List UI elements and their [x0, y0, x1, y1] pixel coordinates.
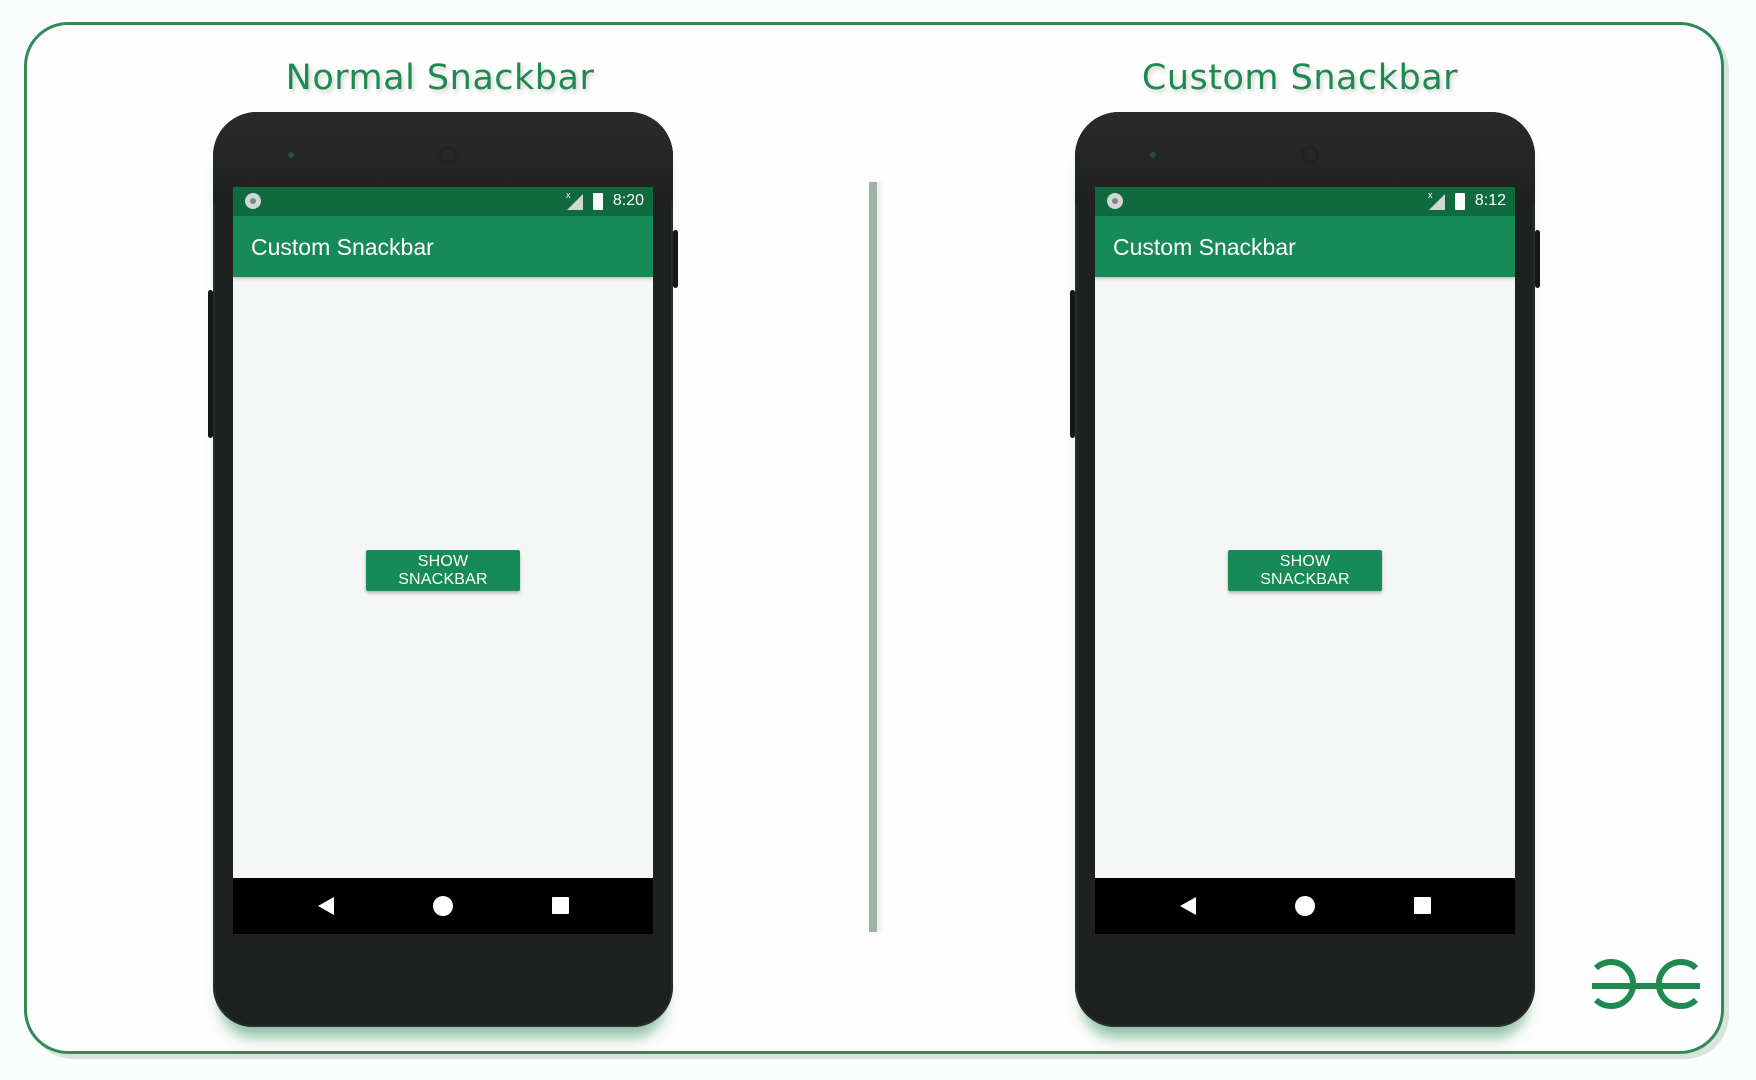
status-bar: 8:12	[1095, 187, 1515, 216]
show-snackbar-button[interactable]: SHOW SNACKBAR	[1228, 550, 1382, 591]
navigation-bar	[233, 878, 653, 934]
status-time: 8:12	[1474, 192, 1506, 209]
back-icon[interactable]	[318, 897, 334, 915]
volume-button	[1070, 290, 1075, 438]
notification-circle-icon	[245, 193, 261, 209]
app-title: Custom Snackbar	[1113, 234, 1296, 260]
panel-heading-custom: Custom Snackbar	[1141, 58, 1459, 98]
gfg-logo-icon	[1592, 959, 1700, 1009]
app-content: SHOW SNACKBAR	[1095, 277, 1515, 878]
power-button	[673, 230, 678, 288]
recents-icon[interactable]	[1414, 897, 1431, 914]
app-bar: Custom Snackbar	[233, 216, 653, 277]
front-camera	[439, 146, 457, 164]
app-bar: Custom Snackbar	[1095, 216, 1515, 277]
notification-circle-icon	[1107, 193, 1123, 209]
panel-heading-normal: Normal Snackbar	[285, 58, 595, 98]
signal-icon	[1428, 190, 1445, 210]
battery-icon	[1455, 193, 1465, 210]
phone-screen: 8:12 Custom Snackbar SHOW SNACKBAR	[1095, 187, 1515, 934]
volume-button	[208, 290, 213, 438]
status-bar: 8:20	[233, 187, 653, 216]
recents-icon[interactable]	[552, 897, 569, 914]
app-title: Custom Snackbar	[251, 234, 434, 260]
sensor-dot	[1150, 152, 1156, 158]
signal-icon	[566, 190, 583, 210]
power-button	[1535, 230, 1540, 288]
panel-divider	[869, 182, 877, 932]
phone-mockup-custom: 8:12 Custom Snackbar SHOW SNACKBAR	[1070, 112, 1540, 1027]
app-content: SHOW SNACKBAR	[233, 277, 653, 878]
battery-icon	[593, 193, 603, 210]
sensor-dot	[288, 152, 294, 158]
show-snackbar-button[interactable]: SHOW SNACKBAR	[366, 550, 520, 591]
navigation-bar	[1095, 878, 1515, 934]
phone-mockup-normal: 8:20 Custom Snackbar SHOW SNACKBAR	[208, 112, 678, 1027]
back-icon[interactable]	[1180, 897, 1196, 915]
home-icon[interactable]	[1295, 896, 1315, 916]
home-icon[interactable]	[433, 896, 453, 916]
phone-screen: 8:20 Custom Snackbar SHOW SNACKBAR	[233, 187, 653, 934]
status-time: 8:20	[612, 192, 644, 209]
front-camera	[1301, 146, 1319, 164]
